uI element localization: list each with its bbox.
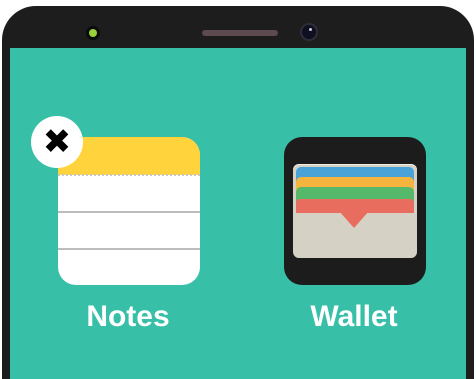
- notes-icon-rule-line: [58, 211, 200, 213]
- phone-frame: Notes Wallet ✖: [0, 0, 476, 379]
- delete-app-button[interactable]: ✖: [31, 116, 83, 168]
- close-icon: ✖: [42, 122, 72, 162]
- notes-icon-rule-line: [58, 248, 200, 250]
- wallet-app-label: Wallet: [310, 300, 398, 333]
- front-camera-icon: [302, 25, 316, 39]
- wallet-app-icon[interactable]: [284, 137, 426, 285]
- wallet-pocket-notch: [339, 211, 369, 228]
- status-light-icon: [86, 26, 100, 40]
- notes-app-label: Notes: [86, 300, 170, 333]
- speaker-grille: [202, 30, 278, 36]
- notes-icon-perforation: [58, 174, 200, 176]
